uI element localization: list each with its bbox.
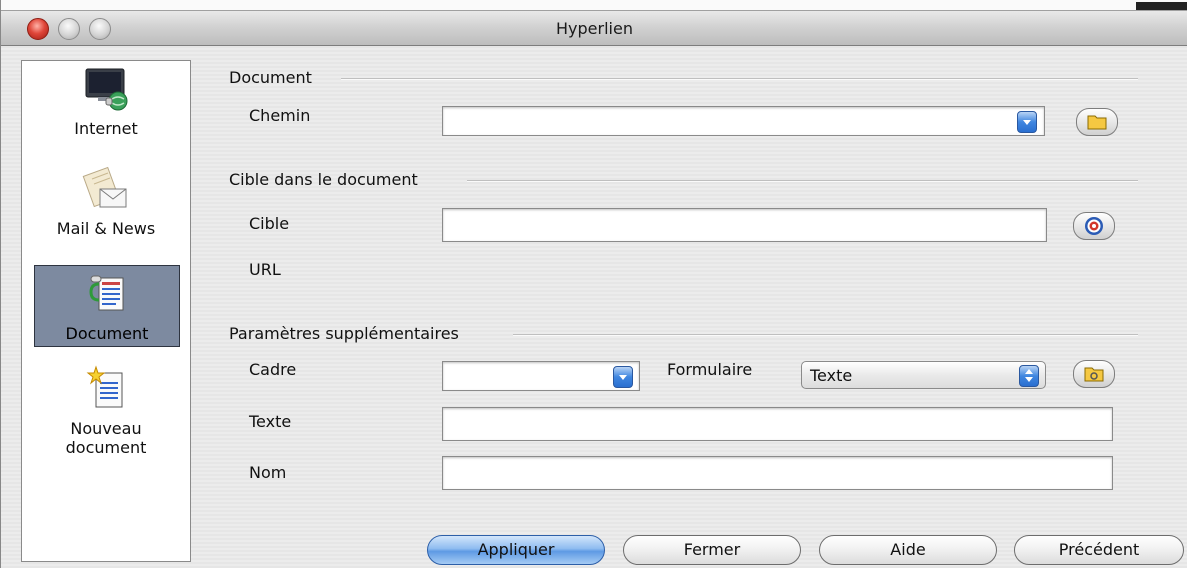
formulaire-select[interactable]: Texte (801, 361, 1046, 389)
chemin-label: Chemin (249, 106, 311, 125)
new-document-icon (82, 365, 130, 413)
open-file-button[interactable] (1076, 108, 1118, 136)
sidebar-item-new-document[interactable]: Nouveau document (34, 365, 178, 475)
sidebar-item-label-line1: Nouveau (70, 419, 142, 438)
target-icon (1085, 217, 1103, 235)
cadre-dropdown-button[interactable] (613, 366, 633, 388)
cible-label: Cible (249, 214, 290, 233)
back-button[interactable]: Précédent (1014, 535, 1184, 565)
sidebar-item-document[interactable]: Document (34, 265, 180, 347)
top-strip-dark-block (1136, 2, 1187, 10)
formulaire-label: Formulaire (667, 360, 753, 379)
sidebar-item-label: Internet (74, 119, 138, 138)
chemin-combobox[interactable] (442, 106, 1045, 136)
top-strip (1, 0, 1187, 10)
events-icon (1084, 367, 1104, 382)
document-link-icon (83, 270, 131, 318)
section-divider (467, 180, 1138, 182)
section-heading-document: Document (229, 68, 312, 87)
events-button[interactable] (1073, 360, 1115, 388)
internet-globe-icon (82, 65, 130, 113)
hyperlink-type-sidebar: Internet Mail & News Document Nouveau do… (21, 60, 191, 562)
apply-button[interactable]: Appliquer (427, 535, 605, 565)
sidebar-item-label: Document (65, 324, 149, 343)
texte-label: Texte (249, 412, 292, 431)
section-heading-extra: Paramètres supplémentaires (229, 324, 459, 343)
cadre-label: Cadre (249, 360, 297, 379)
target-button[interactable] (1073, 212, 1115, 240)
sidebar-item-mail-news[interactable]: Mail & News (34, 165, 178, 247)
sidebar-item-label: Mail & News (56, 219, 156, 238)
section-divider (513, 334, 1138, 336)
close-button[interactable]: Fermer (623, 535, 801, 565)
nom-label: Nom (249, 463, 287, 482)
title-bar[interactable]: Hyperlien (1, 10, 1187, 46)
nom-input[interactable] (442, 456, 1113, 490)
cadre-combobox[interactable] (442, 361, 640, 391)
select-arrows-icon (1019, 365, 1039, 387)
mail-envelope-icon (82, 165, 130, 213)
section-divider (341, 78, 1138, 80)
window-title: Hyperlien (556, 19, 633, 38)
help-button[interactable]: Aide (819, 535, 997, 565)
folder-icon (1087, 115, 1107, 130)
sidebar-item-internet[interactable]: Internet (34, 65, 178, 151)
cible-input[interactable] (442, 208, 1047, 242)
section-heading-target: Cible dans le document (229, 170, 418, 189)
texte-input[interactable] (442, 407, 1113, 441)
hyperlink-dialog: Hyperlien Internet Mail & News Document … (0, 0, 1187, 568)
sidebar-item-label-line2: document (65, 438, 147, 457)
formulaire-selected-value: Texte (810, 366, 853, 385)
url-label: URL (249, 260, 281, 279)
chemin-dropdown-button[interactable] (1017, 111, 1037, 133)
